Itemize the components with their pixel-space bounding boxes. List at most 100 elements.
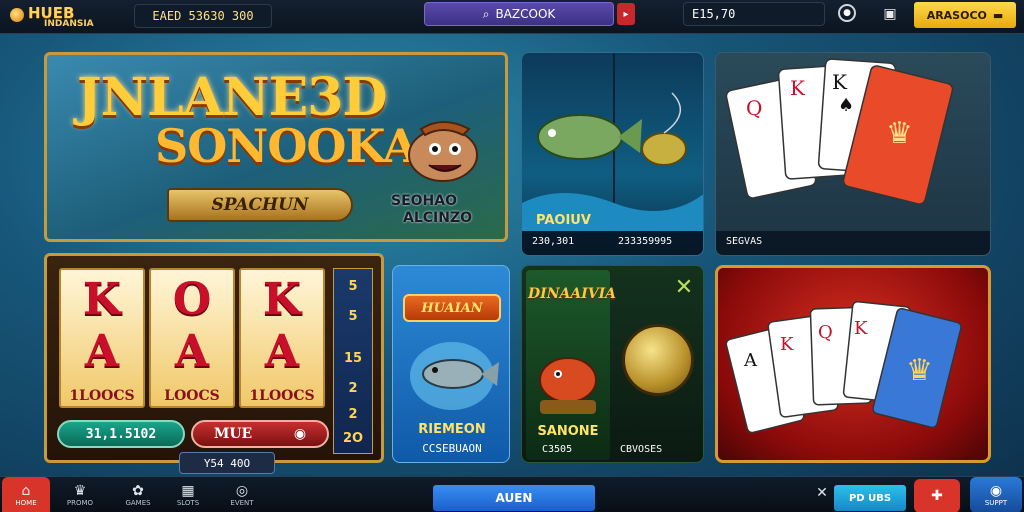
- game-tile-dragon[interactable]: DINAAIVIA SANONE C3505 CBVOSES ✕: [521, 265, 704, 463]
- paytable-value: 2O: [342, 431, 364, 446]
- reel-mid-symbol: A: [264, 326, 300, 377]
- balance-display: EAED 53630 300: [134, 4, 272, 28]
- site-logo[interactable]: HUEB INDANSIA: [6, 2, 116, 32]
- reel-label: 1LOOCS: [69, 388, 135, 404]
- slot-total-display: Y54 40O: [179, 452, 275, 474]
- nav-slots[interactable]: ▦ SLOTS: [164, 477, 212, 512]
- nav-label: HOME: [15, 499, 37, 507]
- logo-ball-icon: [10, 8, 24, 22]
- logo-sub-text: INDANSIA: [44, 19, 94, 29]
- support-icon: ◉: [989, 483, 1003, 499]
- svg-text:♠: ♠: [838, 95, 854, 116]
- home-icon: ⌂: [21, 483, 31, 499]
- bet-label: MUE: [213, 426, 253, 442]
- slot-win-display: 31,1.5102: [57, 420, 185, 448]
- gold-coin-icon: [622, 324, 694, 396]
- game-tile-fishing[interactable]: PAOIUV 230,301 233359995: [521, 52, 704, 256]
- hero-banner[interactable]: JNLANE3D SONOOKA SPACHUN SEOHAO ALCINZO: [44, 52, 508, 242]
- cards-game-label: SEGVAS: [726, 236, 763, 247]
- fish2-game-title: HUAIAN: [403, 294, 501, 322]
- slot-icon: ▦: [181, 483, 195, 499]
- paytable-value: 2: [348, 381, 358, 396]
- nav-promo[interactable]: ♛ PROMO: [56, 477, 104, 512]
- game-tile-fish-hunt[interactable]: HUAIAN RIEMEON CCSEBUAON: [392, 265, 510, 463]
- svg-text:Q: Q: [818, 322, 833, 343]
- fish-stat-players: 233359995: [618, 236, 673, 247]
- reel-label: 1LOOCS: [249, 388, 315, 404]
- reel-top-symbol: K: [82, 274, 122, 325]
- fish-splash-icon: [410, 342, 499, 410]
- hero-subtitle-2: ALCINZO: [403, 210, 473, 226]
- alert-icon: ▸: [623, 8, 629, 20]
- fish-art-icon: [522, 53, 703, 231]
- search-icon: ⌕: [482, 6, 490, 21]
- chat-button[interactable]: PD UBS: [834, 485, 906, 511]
- promo-button[interactable]: ✚: [914, 479, 960, 512]
- dragon-fish-icon: [539, 357, 597, 414]
- bet-coin-icon: ◉: [293, 426, 307, 442]
- fish-mascot-icon: [408, 121, 478, 182]
- svg-text:A: A: [743, 350, 758, 371]
- paytable-value: 5: [348, 279, 358, 294]
- hero-subtitle-1: SEOHAO: [391, 193, 458, 209]
- slot-paytable: 5 5 15 2 2 2O: [333, 268, 373, 454]
- slot-bet-button[interactable]: MUE ◉: [191, 420, 329, 448]
- globe-icon: ◎: [235, 483, 249, 499]
- alert-button[interactable]: ▸: [617, 3, 635, 25]
- svg-text:K: K: [790, 76, 806, 100]
- close-icon[interactable]: ✕: [814, 485, 830, 505]
- game-tile-poker[interactable]: A K Q K ♛: [715, 265, 991, 463]
- reel-label: LOOCS: [164, 388, 220, 404]
- playing-cards-icon: Q K K ♠ ♛: [725, 58, 954, 205]
- reel-mid-symbol: A: [174, 326, 210, 377]
- login-label: ARASOCO: [926, 8, 987, 22]
- gift-icon: ✚: [931, 488, 943, 504]
- svg-text:K: K: [854, 318, 868, 339]
- svg-text:Q: Q: [746, 96, 762, 120]
- nav-label: SLOTS: [176, 499, 200, 507]
- dragon-game-title: DINAAIVIA: [528, 286, 617, 302]
- slot-reel-2: O A LOOCS: [149, 268, 235, 408]
- help-label: SUPPT: [984, 499, 1008, 507]
- wallet-icon: ▬: [992, 8, 1004, 22]
- fish-game-title: PAOIUV: [536, 213, 591, 228]
- help-button[interactable]: ◉ SUPPT: [970, 477, 1022, 512]
- gift-icon[interactable]: ▣: [880, 4, 900, 24]
- nav-event[interactable]: ◎ EVENT: [218, 477, 266, 512]
- coins-display: E15,70: [683, 2, 825, 26]
- paytable-value: 2: [348, 407, 358, 422]
- game-tile-cards[interactable]: Q K K ♠ ♛ SEGVAS: [715, 52, 991, 256]
- svg-text:K: K: [780, 334, 794, 355]
- close-icon[interactable]: ✕: [672, 276, 696, 300]
- fish2-game-name: RIEMEON: [418, 422, 486, 437]
- crown-icon: ♛: [73, 483, 87, 499]
- deposit-button[interactable]: AUEN: [433, 485, 595, 511]
- search-text: BAZCOOK: [495, 7, 556, 21]
- paytable-value: 5: [348, 309, 358, 324]
- fish2-game-sub: CCSEBUAON: [422, 442, 482, 455]
- fish-stat-jackpot: 230,301: [532, 236, 575, 247]
- svg-text:K: K: [832, 70, 848, 94]
- svg-text:♛: ♛: [906, 353, 933, 388]
- settings-icon[interactable]: ●: [838, 4, 856, 22]
- game-tile-slot[interactable]: K A 1LOOCS O A LOOCS K A 1LOOCS 5 5 15 2…: [44, 253, 384, 474]
- dragon-game-name: SANONE: [537, 424, 599, 439]
- nav-label: GAMES: [125, 499, 151, 507]
- bottom-nav-bar: ⌂ HOME ♛ PROMO ✿ GAMES ▦ SLOTS ◎ EVENT A…: [0, 476, 1024, 512]
- nav-games[interactable]: ✿ GAMES: [114, 477, 162, 512]
- poker-cards-icon: A K Q K ♛: [725, 300, 962, 434]
- svg-text:♛: ♛: [886, 116, 913, 151]
- slot-reel-1: K A 1LOOCS: [59, 268, 145, 408]
- dragon-stat-2: CBVOSES: [620, 444, 663, 455]
- hero-play-button[interactable]: SPACHUN: [167, 188, 353, 222]
- reel-mid-symbol: A: [84, 326, 120, 377]
- reel-top-symbol: K: [262, 274, 302, 325]
- slot-reel-3: K A 1LOOCS: [239, 268, 325, 408]
- gear-icon: ✿: [132, 483, 144, 499]
- search-bar[interactable]: ⌕ BAZCOOK: [424, 2, 614, 26]
- login-button[interactable]: ARASOCO ▬: [914, 2, 1016, 28]
- nav-label: PROMO: [66, 499, 94, 507]
- paytable-value: 15: [343, 351, 363, 366]
- nav-home[interactable]: ⌂ HOME: [2, 477, 50, 512]
- reel-top-symbol: O: [172, 274, 212, 325]
